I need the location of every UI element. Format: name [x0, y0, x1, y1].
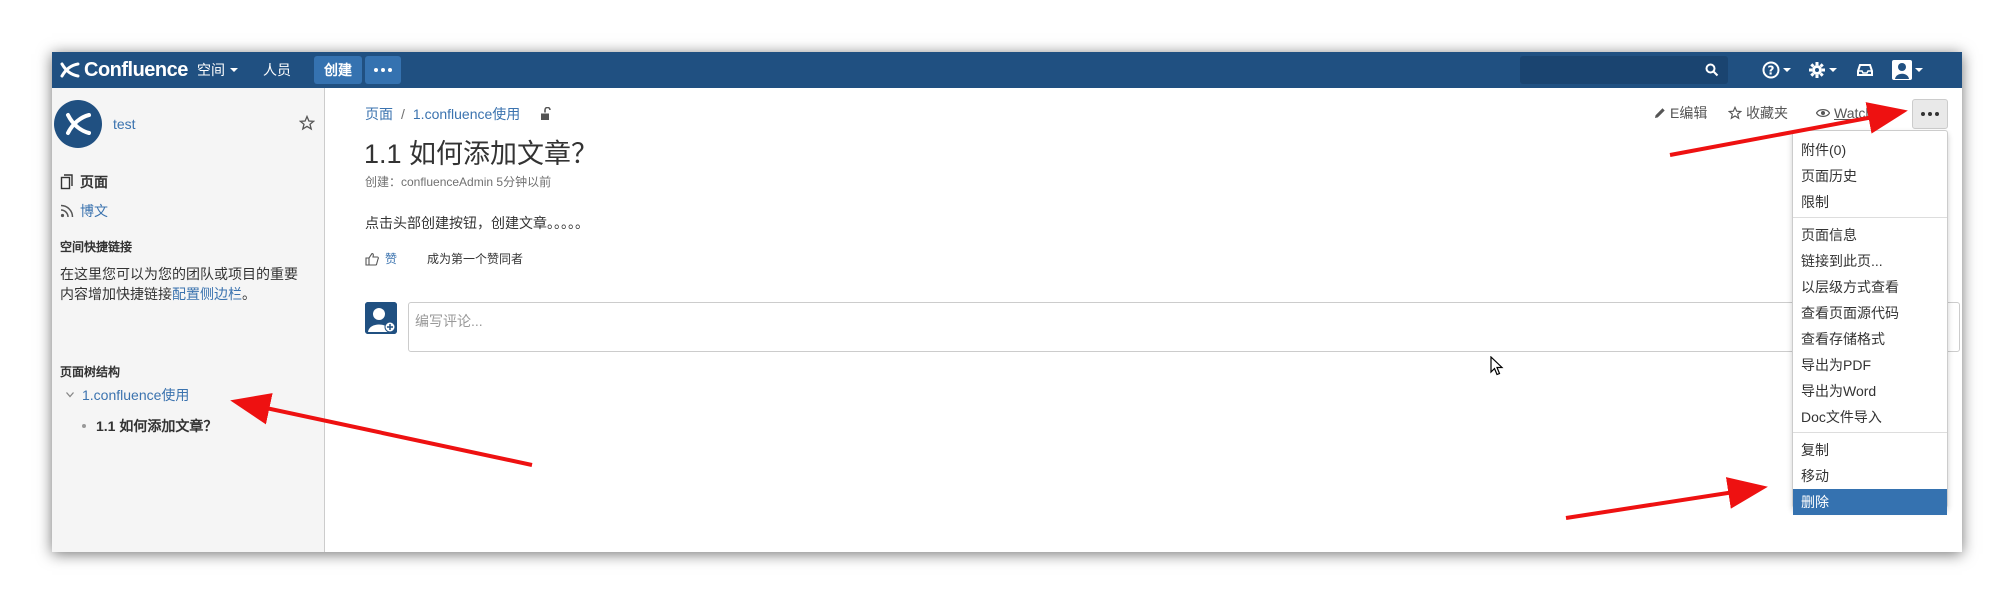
menu-item-move[interactable]: 移动 — [1793, 463, 1947, 489]
watch-label: Watching — [1834, 105, 1892, 121]
screenshot-canvas: Confluence 空间 人员 创建 ? test 页面 博文 空间快捷链接 … — [0, 0, 2012, 604]
chevron-down-icon — [1829, 68, 1837, 72]
breadcrumb-pages[interactable]: 页面 — [365, 104, 393, 124]
sidebar-item-pages[interactable]: 页面 — [60, 172, 108, 192]
menu-item-export-word[interactable]: 导出为Word — [1793, 378, 1947, 404]
sidebar-item-label: 页面 — [80, 174, 108, 190]
watch-button[interactable]: Watching — [1816, 102, 1892, 124]
page-tree-heading: 页面树结构 — [60, 365, 121, 379]
user-icon — [1892, 60, 1912, 80]
shortcuts-help-suffix: 。 — [242, 286, 256, 302]
settings-menu[interactable] — [1808, 58, 1837, 82]
space-sidebar: test 页面 博文 空间快捷链接 在这里您可以为您的团队或项目的重要内容增加快… — [52, 88, 325, 552]
menu-section-3: 复制 移动 删除 — [1793, 437, 1947, 517]
space-name-link[interactable]: test — [113, 116, 136, 132]
like-first-text: 成为第一个赞同者 — [427, 252, 524, 266]
configure-sidebar-link[interactable]: 配置侧边栏 — [172, 286, 242, 302]
page-title: 1.1 如何添加文章？ — [364, 139, 599, 169]
space-avatar[interactable] — [54, 100, 102, 148]
shortcuts-heading: 空间快捷链接 — [60, 240, 133, 254]
breadcrumb-parent[interactable]: 1.confluence使用 — [413, 104, 520, 124]
create-button[interactable]: 创建 — [314, 56, 362, 84]
confluence-logo-icon — [60, 62, 80, 78]
breadcrumb-separator: / — [401, 106, 405, 122]
nav-people-link[interactable]: 人员 — [263, 52, 291, 88]
search-icon — [1705, 63, 1719, 77]
settings-icon — [1809, 62, 1825, 78]
svg-text:?: ? — [1768, 64, 1775, 78]
user-avatar-icon — [365, 302, 397, 334]
menu-item-page-history[interactable]: 页面历史 — [1793, 163, 1947, 189]
edit-label: E编辑 — [1670, 105, 1708, 121]
menu-item-restrictions[interactable]: 限制 — [1793, 189, 1947, 215]
menu-item-link-to-page[interactable]: 链接到此页... — [1793, 248, 1947, 274]
eye-icon — [1816, 109, 1830, 117]
app-logo[interactable]: Confluence — [60, 57, 188, 83]
chevron-down-icon[interactable] — [66, 392, 74, 398]
page-body-text: 点击头部创建按钮，创建文章。。。。。 — [365, 215, 589, 231]
favourite-label: 收藏夹 — [1746, 105, 1788, 121]
notifications-icon — [1857, 64, 1873, 76]
pencil-icon — [1655, 108, 1665, 118]
page-tree-current-label: 1.1 如何添加文章？ — [96, 418, 218, 434]
chevron-down-icon — [230, 68, 238, 72]
nav-people-label: 人员 — [263, 62, 291, 78]
like-button[interactable]: 赞 — [385, 250, 397, 267]
menu-item-page-info[interactable]: 页面信息 — [1793, 222, 1947, 248]
more-dots-icon — [1921, 112, 1939, 116]
create-more-button[interactable] — [365, 56, 401, 84]
more-dots-icon — [374, 68, 392, 72]
comment-placeholder: 编写评论... — [415, 313, 483, 329]
unlock-icon[interactable] — [538, 107, 552, 121]
page-metadata: 创建：confluenceAdmin 5分钟以前 — [365, 175, 552, 189]
menu-section-2: 页面信息 链接到此页... 以层级方式查看 查看页面源代码 查看存储格式 导出为… — [1793, 222, 1947, 433]
search-input[interactable] — [1520, 56, 1728, 84]
menu-item-doc-import[interactable]: Doc文件导入 — [1793, 404, 1947, 430]
sidebar-item-label: 博文 — [80, 203, 108, 219]
chevron-down-icon — [1915, 68, 1923, 72]
notifications-button[interactable] — [1856, 58, 1874, 82]
help-menu[interactable]: ? — [1762, 58, 1791, 82]
bullet-icon — [82, 424, 86, 428]
browser-window: Confluence 空间 人员 创建 ? test 页面 博文 空间快捷链接 … — [52, 52, 1962, 552]
thumbs-up-icon[interactable] — [365, 252, 379, 266]
menu-item-export-pdf[interactable]: 导出为PDF — [1793, 352, 1947, 378]
menu-item-delete[interactable]: 删除 — [1793, 489, 1947, 515]
edit-button[interactable]: E编辑 — [1654, 102, 1707, 124]
rss-icon — [60, 204, 74, 218]
more-actions-menu: 附件(0) 页面历史 限制 页面信息 链接到此页... 以层级方式查看 查看页面… — [1792, 130, 1948, 515]
page-tree-root[interactable]: 1.confluence使用 — [66, 385, 189, 405]
more-actions-button[interactable] — [1912, 99, 1948, 129]
favourite-button[interactable]: 收藏夹 — [1728, 102, 1788, 124]
menu-item-copy[interactable]: 复制 — [1793, 437, 1947, 463]
pages-icon — [60, 174, 73, 190]
menu-item-view-storage-format[interactable]: 查看存储格式 — [1793, 326, 1947, 352]
nav-spaces-menu[interactable]: 空间 — [197, 52, 238, 88]
comment-input[interactable]: 编写评论... — [408, 302, 1960, 352]
page-tree-root-label: 1.confluence使用 — [82, 387, 190, 403]
chevron-down-icon — [1783, 68, 1791, 72]
app-name: Confluence — [84, 58, 188, 81]
shortcuts-help-text: 在这里您可以为您的团队或项目的重要内容增加快捷链接配置侧边栏。 — [60, 264, 310, 304]
page-tree-current[interactable]: 1.1 如何添加文章？ — [82, 416, 217, 436]
sidebar-item-blog[interactable]: 博文 — [60, 201, 108, 221]
confluence-logo-icon — [66, 113, 91, 135]
help-icon: ? — [1762, 61, 1780, 79]
menu-section-1: 附件(0) 页面历史 限制 — [1793, 137, 1947, 218]
menu-item-view-hierarchy[interactable]: 以层级方式查看 — [1793, 274, 1947, 300]
user-menu[interactable] — [1892, 58, 1923, 82]
menu-item-attachments[interactable]: 附件(0) — [1793, 137, 1947, 163]
breadcrumb: 页面 / 1.confluence使用 — [365, 104, 552, 124]
header-bar: Confluence 空间 人员 创建 ? — [52, 52, 1962, 88]
like-row: 赞 成为第一个赞同者 — [365, 250, 523, 267]
menu-item-view-source[interactable]: 查看页面源代码 — [1793, 300, 1947, 326]
mouse-cursor-icon — [1490, 356, 1504, 376]
avatar — [365, 302, 397, 334]
nav-spaces-label: 空间 — [197, 62, 225, 78]
star-icon[interactable] — [299, 115, 315, 131]
star-icon — [1728, 106, 1742, 120]
